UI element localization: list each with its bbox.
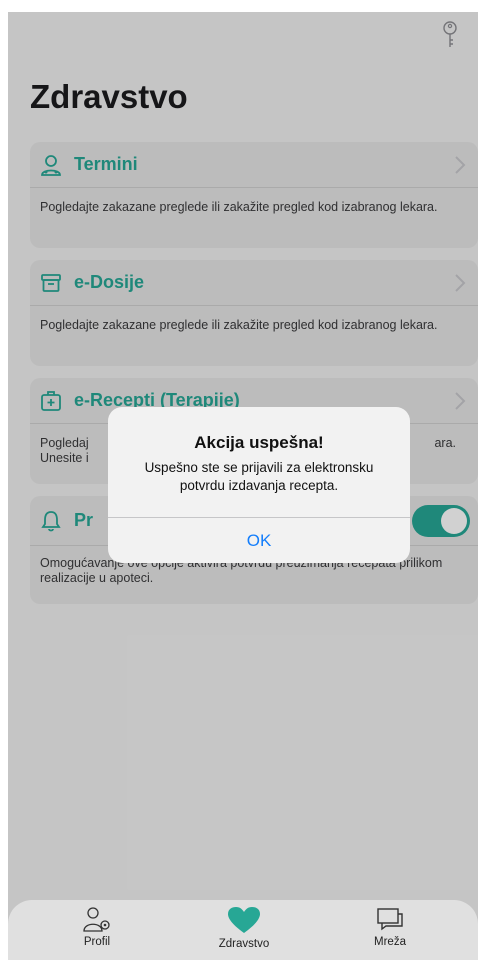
tab-profil-label: Profil — [83, 936, 111, 948]
tab-zdravstvo-label: Zdravstvo — [218, 938, 270, 950]
tab-bar: Profil Zdravstvo Mreža — [8, 900, 478, 960]
heart-icon — [228, 907, 260, 933]
tab-mreza[interactable]: Mreža — [345, 906, 435, 948]
tab-mreza-label: Mreža — [374, 936, 406, 948]
ok-button[interactable]: OK — [108, 518, 410, 563]
app-screen: Zdravstvo Termini Pogledajte zakazane pr… — [8, 12, 478, 960]
success-alert: Akcija uspešna! Uspešno ste se prijavili… — [108, 407, 410, 563]
alert-title: Akcija uspešna! — [194, 433, 324, 452]
tab-zdravstvo[interactable]: Zdravstvo — [199, 906, 289, 950]
tab-profil[interactable]: Profil — [52, 906, 142, 948]
alert-message: Uspešno ste se prijavili za elektronsku … — [144, 460, 374, 493]
chat-bubbles-icon — [377, 908, 403, 931]
profile-settings-icon — [83, 907, 110, 932]
